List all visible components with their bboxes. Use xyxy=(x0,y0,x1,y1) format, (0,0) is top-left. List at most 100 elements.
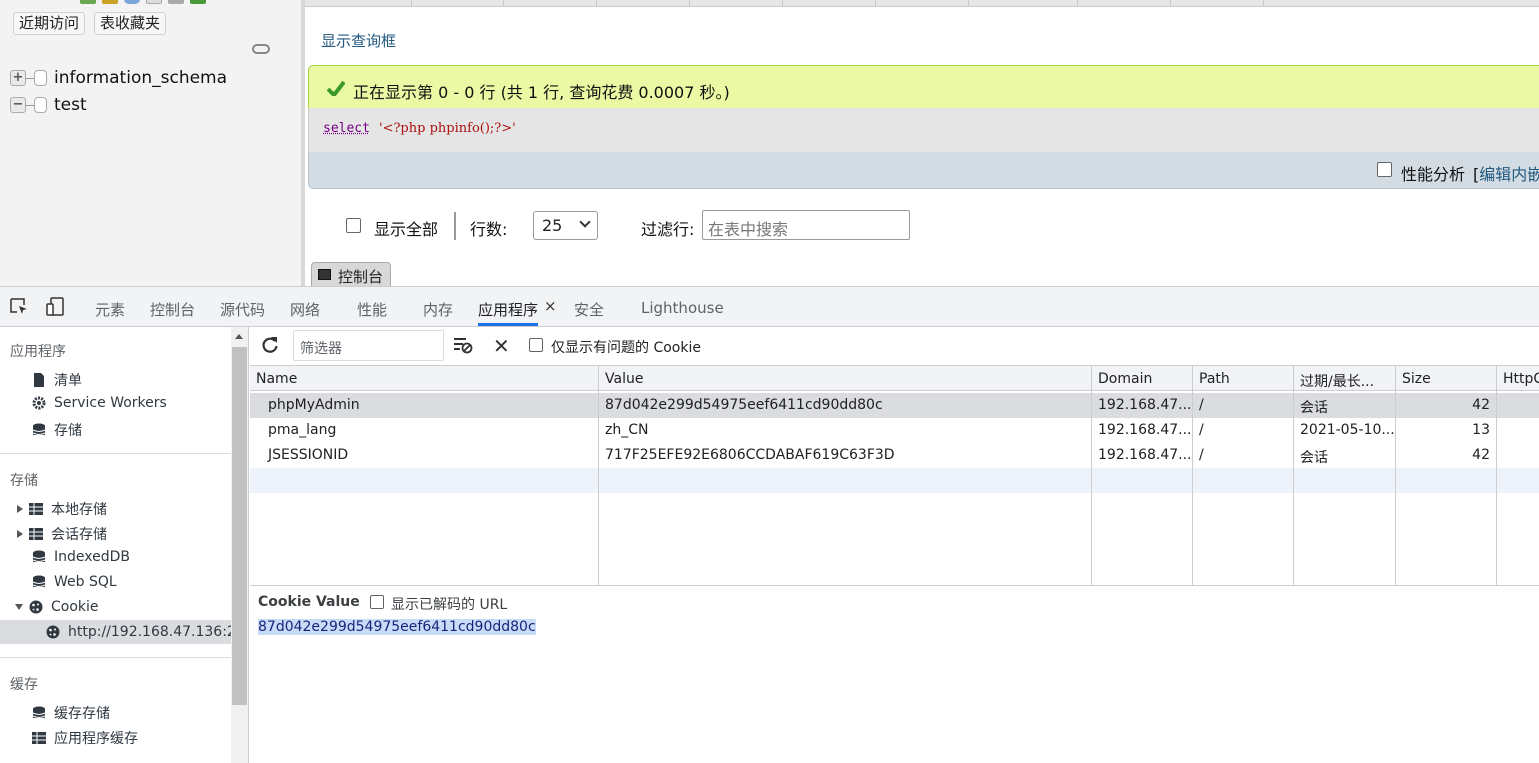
delete-all-icon[interactable]: ✕ xyxy=(493,334,510,358)
db-name[interactable]: test xyxy=(54,95,87,115)
tab-console[interactable]: 控制台 xyxy=(150,299,195,320)
docs-icon[interactable] xyxy=(146,0,162,4)
sidebar-item-storage[interactable]: 存储 xyxy=(32,420,82,440)
console-label: 控制台 xyxy=(338,268,384,286)
only-issues-label[interactable]: 仅显示有问题的 Cookie xyxy=(551,337,701,357)
db-tree-item-test[interactable]: − test xyxy=(10,95,87,115)
tab-elements[interactable]: 元素 xyxy=(95,299,125,320)
cookie-value-text[interactable]: 87d042e299d54975eef6411cd90dd80c xyxy=(258,619,536,635)
navigation-panel: 近期访问 表收藏夹 + information_schema − test xyxy=(0,0,301,286)
inspect-element-icon[interactable] xyxy=(10,298,28,315)
tab-sources[interactable]: 源代码 xyxy=(220,299,265,320)
cookie-value-title: Cookie Value xyxy=(258,594,360,610)
db-name[interactable]: information_schema xyxy=(54,68,227,88)
cookie-filter-input[interactable]: 筛选器 xyxy=(293,330,444,361)
show-decoded-label[interactable]: 显示已解码的 URL xyxy=(391,594,507,614)
reload-icon[interactable] xyxy=(190,0,206,4)
sidebar-item-cache-storage[interactable]: 缓存存储 xyxy=(32,703,110,723)
tab-network[interactable]: 网络 xyxy=(290,299,320,320)
sidebar-item-service-workers[interactable]: Service Workers xyxy=(32,395,167,411)
close-icon[interactable]: × xyxy=(544,297,557,315)
sql-tools-bar: 性能分析 [编辑内嵌 xyxy=(308,152,1539,189)
column-divider xyxy=(1294,366,1396,586)
console-toggle[interactable]: 控制台 xyxy=(311,262,391,286)
database-icon xyxy=(32,423,46,435)
column-divider xyxy=(1193,366,1294,586)
clear-filtered-icon[interactable] xyxy=(453,336,473,354)
column-divider xyxy=(599,366,1092,586)
only-issues-checkbox[interactable] xyxy=(529,338,543,352)
database-icon xyxy=(34,70,47,86)
tab-performance[interactable]: 性能 xyxy=(357,299,387,320)
sidebar-item-websql[interactable]: Web SQL xyxy=(32,574,117,590)
logout-icon[interactable] xyxy=(102,0,118,4)
rows-value: 25 xyxy=(542,216,563,235)
show-all-label[interactable]: 显示全部 xyxy=(374,216,438,240)
filter-rows-label: 过滤行: xyxy=(641,220,695,239)
favorites-button[interactable]: 表收藏夹 xyxy=(94,12,167,35)
sidebar-item-session-storage[interactable]: 会话存储 xyxy=(17,524,107,544)
chevron-down-icon xyxy=(579,216,591,228)
sidebar-item-label: Service Workers xyxy=(54,395,167,411)
profiling-checkbox[interactable] xyxy=(1377,162,1392,177)
show-all-checkbox[interactable] xyxy=(346,218,361,233)
profiling-label[interactable]: 性能分析 xyxy=(1401,161,1465,185)
collapse-icon[interactable]: − xyxy=(10,97,26,113)
section-header-cache: 缓存 xyxy=(10,677,38,693)
tab-security[interactable]: 安全 xyxy=(574,299,604,320)
sidebar-item-cookie[interactable]: Cookie xyxy=(15,599,99,615)
column-divider xyxy=(1396,366,1497,586)
sidebar-item-cookie-origin[interactable]: http://192.168.47.136:20 xyxy=(46,624,245,640)
device-toolbar-icon[interactable] xyxy=(46,297,66,316)
sql-query-display: select '<?php phpinfo();?>' xyxy=(308,108,1539,152)
cookies-toolbar: 筛选器 ✕ 仅显示有问题的 Cookie xyxy=(250,327,1539,366)
section-header-storage: 存储 xyxy=(10,473,38,489)
expand-arrow-icon[interactable] xyxy=(17,505,23,513)
rows-per-page-select[interactable]: 25 xyxy=(533,211,598,240)
sidebar-item-label: Cookie xyxy=(51,599,99,615)
home-icon[interactable] xyxy=(80,0,96,4)
recent-button[interactable]: 近期访问 xyxy=(13,12,86,35)
scroll-up-icon[interactable] xyxy=(235,334,243,339)
sql-keyword[interactable]: select xyxy=(323,121,370,136)
show-decoded-checkbox[interactable] xyxy=(370,595,384,609)
link-icon[interactable] xyxy=(252,44,270,54)
tab-application[interactable]: 应用程序 xyxy=(478,299,538,320)
refresh-icon[interactable] xyxy=(261,336,279,354)
filter-rows-input[interactable]: 在表中搜索 xyxy=(702,210,910,240)
sidebar-item-indexeddb[interactable]: IndexedDB xyxy=(32,549,130,565)
expand-arrow-icon[interactable] xyxy=(17,530,23,538)
divider xyxy=(0,453,231,454)
help-icon[interactable] xyxy=(124,0,140,4)
db-tree-item-information-schema[interactable]: + information_schema xyxy=(10,68,227,88)
rows-label: 行数: xyxy=(470,220,508,239)
column-divider xyxy=(250,366,599,586)
grid-icon xyxy=(32,732,46,744)
scrollbar-thumb[interactable] xyxy=(232,347,247,705)
show-query-box-link[interactable]: 显示查询框 xyxy=(321,30,396,51)
collapse-arrow-icon[interactable] xyxy=(15,604,23,610)
gear-icon xyxy=(32,396,46,410)
success-message: 正在显示第 0 - 0 行 (共 1 行, 查询花费 0.0007 秒。) xyxy=(308,65,1539,109)
tab-memory[interactable]: 内存 xyxy=(423,299,453,320)
sidebar-item-local-storage[interactable]: 本地存储 xyxy=(17,499,107,519)
sidebar-item-label: IndexedDB xyxy=(54,549,130,565)
database-icon xyxy=(32,575,46,587)
sidebar-item-label: http://192.168.47.136:20 xyxy=(68,624,245,640)
success-text: 正在显示第 0 - 0 行 (共 1 行, 查询花费 0.0007 秒。) xyxy=(353,83,730,102)
edit-inline-link[interactable]: [编辑内嵌 xyxy=(1473,161,1539,185)
database-icon xyxy=(32,550,46,562)
sidebar-item-label: 本地存储 xyxy=(51,502,107,518)
sidebar-item-app-cache[interactable]: 应用程序缓存 xyxy=(32,728,138,748)
sql-string: '<?php phpinfo();?>' xyxy=(379,121,516,136)
settings-icon[interactable] xyxy=(168,0,184,4)
tab-lighthouse[interactable]: Lighthouse xyxy=(641,299,724,317)
column-header-httponly[interactable]: HttpC xyxy=(1497,366,1539,391)
cookie-icon xyxy=(46,625,60,639)
active-tab-indicator xyxy=(478,323,538,326)
section-header-application: 应用程序 xyxy=(10,344,66,360)
sidebar-item-manifest[interactable]: 清单 xyxy=(32,370,82,390)
expand-icon[interactable]: + xyxy=(10,70,26,86)
tree-connector xyxy=(26,104,34,106)
edit-inline-text[interactable]: 编辑内嵌 xyxy=(1479,165,1539,184)
